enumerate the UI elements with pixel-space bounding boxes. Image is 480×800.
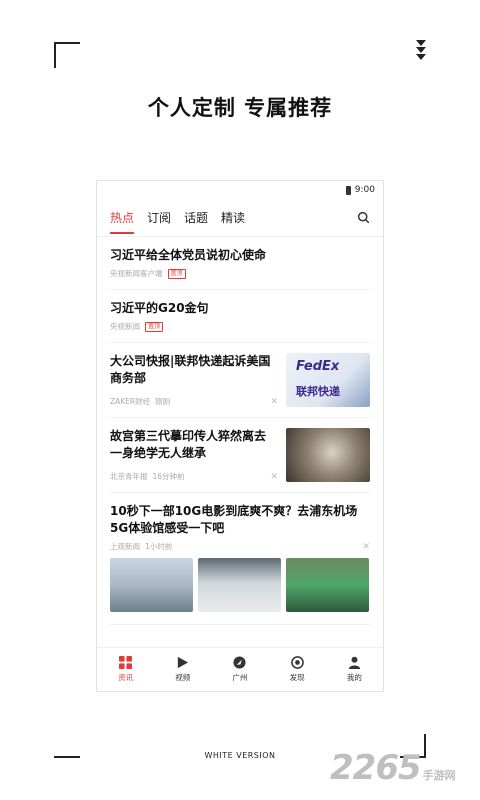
fedex-sign: 联邦快递 — [296, 385, 340, 398]
bottom-nav: 资讯 视频 广州 发现 我的 — [97, 647, 383, 691]
news-item[interactable]: 大公司快报|联邦快递起诉美国商务部 ZAKER财经 刚刚 ✕ FedEx 联邦快… — [110, 343, 370, 418]
nav-video[interactable]: 视频 — [163, 656, 203, 683]
nav-profile[interactable]: 我的 — [334, 656, 374, 683]
user-icon — [348, 656, 360, 669]
nav-label: 广州 — [232, 673, 248, 682]
corner-frame-top-left — [54, 42, 80, 68]
tab-hot[interactable]: 热点 — [110, 209, 135, 234]
news-item[interactable]: 10秒下一部10G电影到底爽不爽？去浦东机场5G体验馆感受一下吧 上观新闻 1小… — [110, 493, 370, 625]
news-time: 刚刚 — [155, 397, 171, 406]
news-title: 习近平的G20金句 — [110, 301, 209, 315]
news-feed: 习近平给全体党员说初心使命 央视新闻客户端 置顶 习近平的G20金句 央视新闻 … — [97, 237, 383, 625]
image-gallery — [110, 558, 370, 612]
grid-icon — [119, 656, 133, 669]
news-source: 上观新闻 — [110, 542, 140, 551]
nav-label: 我的 — [346, 673, 362, 682]
site-watermark: 2265 手游网 — [330, 748, 456, 788]
pinned-badge: 置顶 — [145, 321, 164, 332]
news-source: 北京青年报 — [110, 472, 148, 481]
news-item[interactable]: 习近平的G20金句 央视新闻 置顶 — [110, 290, 370, 343]
watermark-text: 手游网 — [422, 769, 456, 782]
news-thumbnail — [286, 428, 370, 482]
news-thumbnail: FedEx 联邦快递 — [286, 353, 370, 407]
promo-page: 个人定制 专属推荐 9:00 热点 订阅 话题 精读 习近平给全体党员说初心使命… — [0, 0, 480, 800]
location-icon — [233, 656, 247, 669]
watermark-number: 2265 — [330, 748, 422, 788]
nav-label: 资讯 — [118, 673, 134, 682]
news-time: 1小时前 — [145, 542, 173, 551]
news-title: 10秒下一部10G电影到底爽不爽？去浦东机场5G体验馆感受一下吧 — [110, 504, 358, 535]
news-source: 央视新闻 — [110, 322, 140, 331]
news-title: 故宫第三代摹印传人猝然离去 一身绝学无人继承 — [110, 429, 267, 460]
nav-local[interactable]: 广州 — [220, 656, 260, 683]
news-item[interactable]: 习近平给全体党员说初心使命 央视新闻客户端 置顶 — [110, 237, 370, 290]
dismiss-icon[interactable]: ✕ — [362, 542, 370, 552]
news-source: ZAKER财经 — [110, 397, 151, 406]
news-source: 央视新闻客户端 — [110, 269, 163, 278]
top-tabs: 热点 订阅 话题 精读 — [97, 199, 383, 237]
search-icon[interactable] — [357, 211, 370, 224]
dismiss-icon[interactable]: ✕ — [270, 397, 278, 407]
phone-screen: 9:00 热点 订阅 话题 精读 习近平给全体党员说初心使命 央视新闻客户端 置… — [96, 180, 384, 692]
status-bar: 9:00 — [97, 181, 383, 199]
chevron-down-icon — [414, 40, 428, 60]
airport-photo — [110, 558, 193, 612]
exhibit-photo — [198, 558, 281, 612]
news-title: 大公司快报|联邦快递起诉美国商务部 — [110, 354, 271, 385]
target-icon — [290, 656, 304, 669]
nav-discover[interactable]: 发现 — [277, 656, 317, 683]
news-title: 习近平给全体党员说初心使命 — [110, 248, 267, 262]
tab-featured[interactable]: 精读 — [221, 209, 245, 226]
play-icon — [178, 656, 189, 669]
tab-topics[interactable]: 话题 — [184, 209, 208, 226]
news-item[interactable]: 故宫第三代摹印传人猝然离去 一身绝学无人继承 北京青年报 16分钟前 ✕ — [110, 418, 370, 493]
promo-headline: 个人定制 专属推荐 — [147, 96, 333, 120]
booth-photo — [286, 558, 369, 612]
pinned-badge: 置顶 — [167, 268, 186, 279]
nav-news[interactable]: 资讯 — [106, 656, 146, 683]
nav-label: 发现 — [289, 673, 305, 682]
tab-subscribe[interactable]: 订阅 — [147, 209, 171, 226]
status-time: 9:00 — [354, 185, 375, 195]
news-time: 16分钟前 — [152, 472, 185, 481]
nav-label: 视频 — [175, 673, 191, 682]
battery-icon — [345, 185, 351, 195]
fedex-logo: FedEx — [296, 359, 340, 374]
dismiss-icon[interactable]: ✕ — [270, 472, 278, 482]
